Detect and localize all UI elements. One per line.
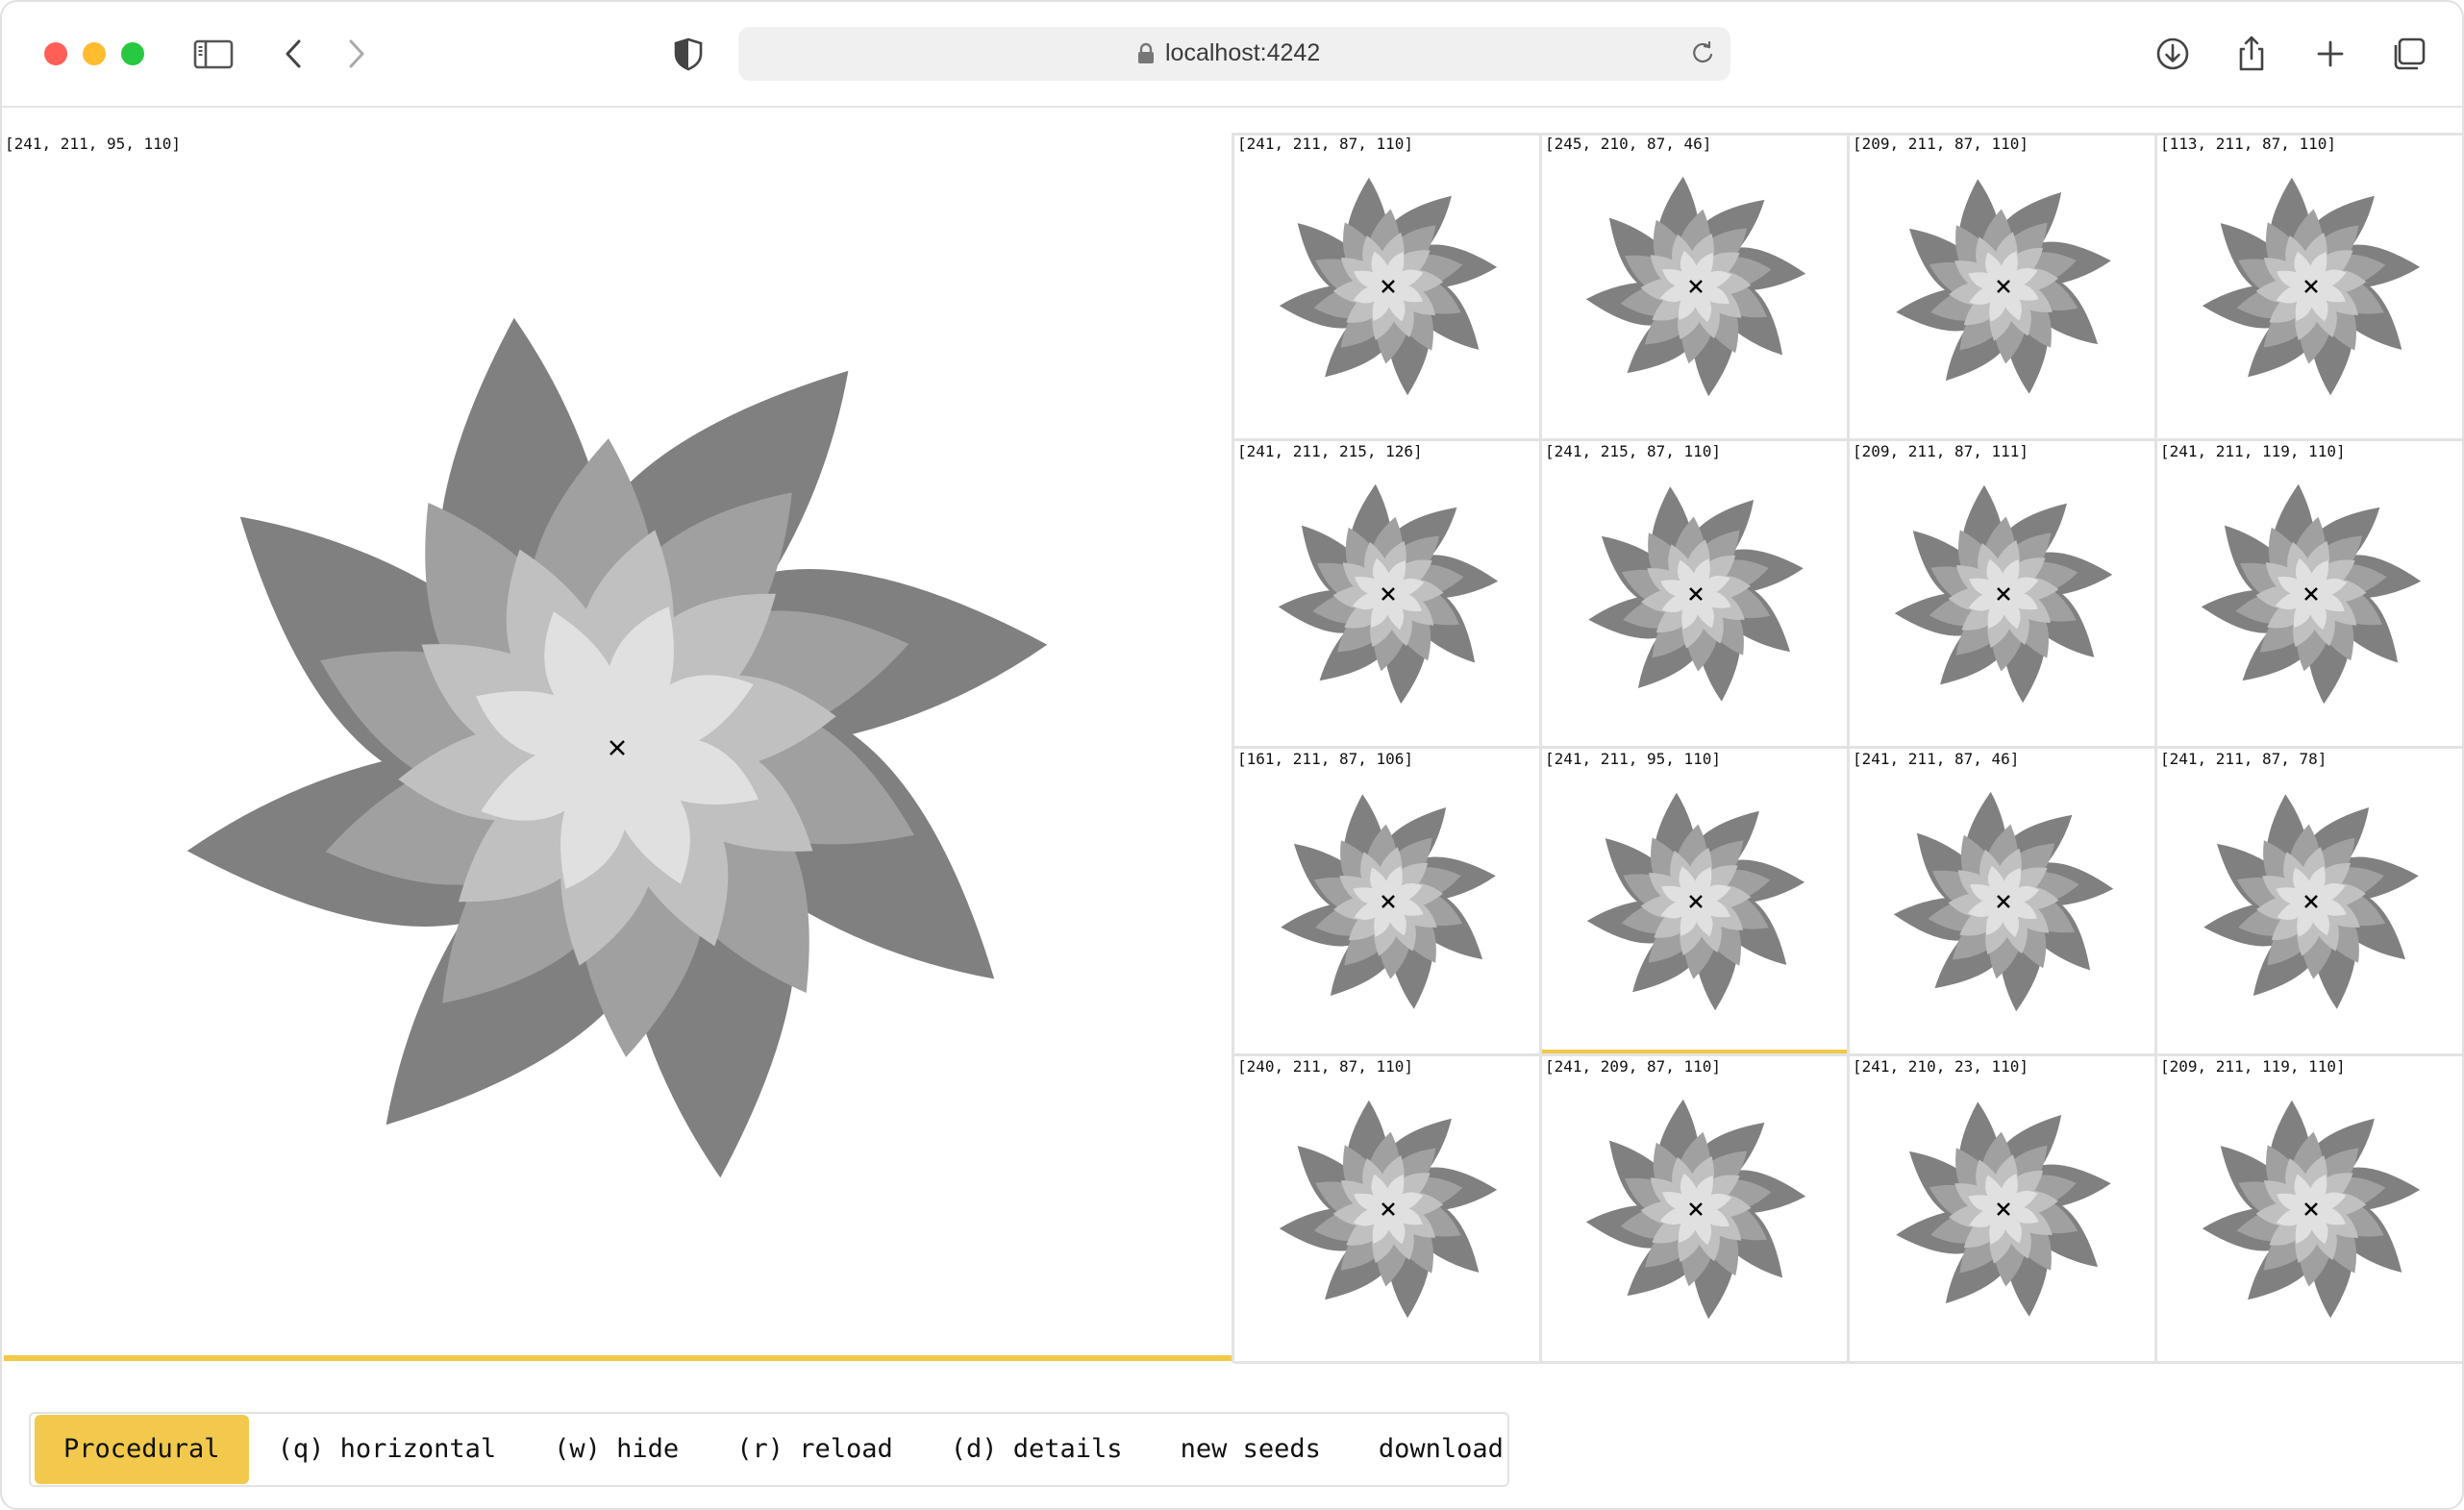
variation-cell[interactable]: [241, 211, 87, 110] (1234, 133, 1542, 440)
variation-flower-drawing (1279, 1100, 1498, 1319)
variation-cell[interactable]: [161, 211, 87, 106] (1234, 748, 1542, 1055)
variation-cell[interactable]: [113, 211, 87, 110] (2157, 133, 2462, 440)
new-seeds-button[interactable]: new seeds (1152, 1414, 1350, 1485)
forward-chevron-icon[interactable] (333, 31, 379, 77)
procedural-button[interactable]: Procedural (35, 1415, 249, 1484)
variation-flower-drawing (2203, 794, 2419, 1009)
variation-flower-drawing (1588, 486, 1804, 702)
download-icon[interactable] (2150, 31, 2196, 77)
grid-divider (1234, 746, 2462, 749)
variation-flower-drawing (1893, 791, 2114, 1012)
details-button[interactable]: (d) details (922, 1414, 1152, 1485)
main-flower-preview[interactable]: [241, 211, 95, 110] (2, 133, 1232, 1361)
variation-flower-drawing (1279, 177, 1498, 396)
control-bar: Procedural (q) horizontal (w) hide (r) r… (29, 1412, 1509, 1487)
reload-button[interactable]: (r) reload (708, 1414, 922, 1485)
close-window-button[interactable] (44, 42, 67, 65)
main-flower-drawing (187, 317, 1048, 1178)
url-text: localhost:4242 (1165, 39, 1321, 66)
variation-cell[interactable]: [245, 210, 87, 46] (1542, 133, 1850, 440)
variation-cell[interactable]: [241, 211, 87, 46] (1850, 748, 2157, 1055)
variation-flower-drawing (1586, 792, 1805, 1011)
browser-toolbar: localhost:4242 (2, 2, 2462, 108)
sidebar-toggle-icon[interactable] (190, 31, 236, 77)
reload-icon[interactable] (1688, 38, 1717, 67)
minimize-window-button[interactable] (83, 42, 106, 65)
variation-flower-drawing (1896, 179, 2111, 394)
horizontal-button[interactable]: (q) horizontal (249, 1414, 526, 1485)
share-icon[interactable] (2228, 31, 2275, 77)
variation-cell[interactable]: [241, 210, 23, 110] (1850, 1055, 2157, 1363)
variation-flower-drawing (1585, 1099, 1806, 1320)
main-preview-selection-bar (4, 1355, 1232, 1361)
variation-flower-drawing (2201, 483, 2422, 705)
variation-cell[interactable]: [241, 209, 87, 110] (1542, 1055, 1850, 1363)
grid-divider (2154, 133, 2157, 1363)
variation-cell[interactable]: [241, 211, 87, 78] (2157, 748, 2462, 1055)
variation-cell[interactable]: [241, 215, 87, 110] (1542, 440, 1850, 748)
download-button[interactable]: download (1350, 1414, 1532, 1485)
new-tab-plus-icon[interactable] (2307, 31, 2353, 77)
variation-cell[interactable]: [241, 211, 95, 110] (1542, 748, 1850, 1055)
variation-cell[interactable]: [240, 211, 87, 110] (1234, 1055, 1542, 1363)
address-bar[interactable]: localhost:4242 (738, 27, 1730, 81)
procedural-viewer: [241, 211, 95, 110] [241, 211, 87, 110][… (2, 133, 2462, 1382)
variation-cell[interactable]: [209, 211, 87, 110] (1850, 133, 2157, 440)
grid-divider (1234, 1053, 2462, 1056)
variation-flower-drawing (2202, 177, 2421, 396)
variation-flower-drawing (1281, 794, 1496, 1009)
variation-cell[interactable]: [241, 211, 215, 126] (1234, 440, 1542, 748)
browser-window: localhost:4242 [241, 211, 95, 110] [241,… (0, 0, 2464, 1510)
lock-icon (1138, 42, 1154, 63)
grid-divider (1234, 1361, 2462, 1364)
tabs-overview-icon[interactable] (2386, 31, 2432, 77)
variation-flower-drawing (1278, 483, 1499, 705)
variation-flower-drawing (1585, 176, 1806, 397)
zoom-window-button[interactable] (121, 42, 144, 65)
variation-cell[interactable]: [241, 211, 119, 110] (2157, 440, 2462, 748)
shield-icon[interactable] (665, 31, 711, 77)
variation-flower-drawing (2202, 1100, 2421, 1319)
variation-cell[interactable]: [209, 211, 87, 111] (1850, 440, 2157, 748)
variation-flower-drawing (1894, 484, 2113, 704)
back-chevron-icon[interactable] (271, 31, 317, 77)
variation-cell[interactable]: [209, 211, 119, 110] (2157, 1055, 2462, 1363)
hide-button[interactable]: (w) hide (525, 1414, 708, 1485)
variation-flower-drawing (1896, 1102, 2111, 1317)
